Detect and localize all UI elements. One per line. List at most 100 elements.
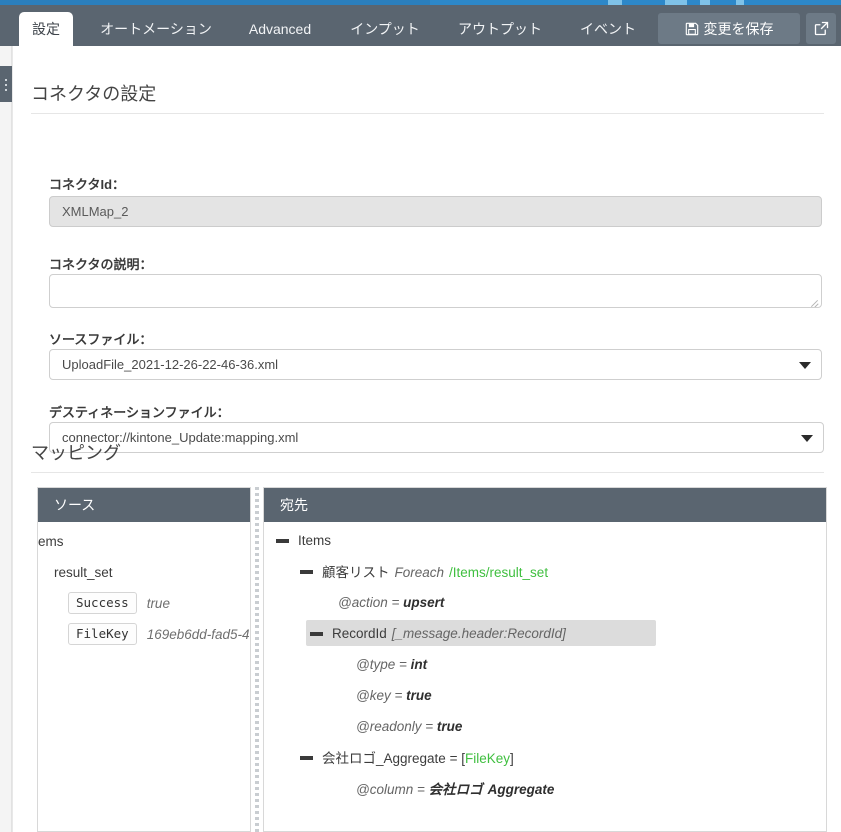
mapping-heading: マッピング	[31, 439, 121, 465]
tab-bar: 設定 オートメーション Advanced インプット アウトプット イベント 変更を保存	[0, 5, 841, 46]
label-segment: /Items/result_set	[449, 565, 548, 580]
tab-label: オートメーション	[100, 21, 212, 37]
tree-row-action[interactable]: @action = upsert	[338, 589, 444, 615]
field-value: 169eb6dd-fad5-4f2	[147, 627, 250, 642]
collapse-toggle-icon[interactable]	[310, 627, 323, 640]
label-segment: [_message.header:RecordId]	[392, 626, 566, 641]
external-link-icon	[814, 21, 829, 36]
label-segment: int	[411, 657, 428, 672]
tree-node-label: Items	[298, 533, 331, 548]
connector-id-input[interactable]: XMLMap_2	[49, 196, 822, 227]
field-name-chip: Success	[68, 592, 137, 614]
label-segment: @readonly	[356, 719, 422, 734]
tree-row-key[interactable]: @key = true	[356, 682, 432, 708]
sidebar-expand-handle[interactable]	[0, 66, 12, 102]
tree-row-success[interactable]: Success true	[68, 590, 170, 616]
tab-label: Advanced	[249, 21, 311, 37]
tree-node-label: @readonly = true	[356, 719, 462, 734]
tree-row-result-set[interactable]: result_set	[54, 559, 113, 585]
label-segment: =	[391, 688, 406, 703]
destination-file-label: デスティネーションファイル：	[49, 402, 230, 421]
destination-tree-panel: 宛先 Items 顧客リスト Foreach /Items/result_set @…	[263, 487, 827, 832]
connector-id-label: コネクタId：	[49, 174, 125, 193]
tab-input[interactable]: インプット	[344, 12, 426, 46]
destination-panel-header: 宛先	[264, 488, 826, 522]
label-segment: =	[395, 657, 410, 672]
section-divider	[31, 472, 824, 473]
tree-row-items[interactable]: Items	[276, 527, 331, 553]
panel-splitter[interactable]	[251, 487, 263, 832]
tab-output[interactable]: アウトプット	[448, 12, 552, 46]
label-segment: Aggregate	[488, 782, 555, 797]
label-segment: RecordId	[332, 626, 387, 641]
label-segment: @type	[356, 657, 395, 672]
label-segment: Items	[298, 533, 331, 548]
destination-file-select[interactable]: connector://kintone_Update:mapping.xml	[49, 422, 824, 453]
source-tree-panel: ソース emsresult_setSuccesstrueFileKey169eb…	[37, 487, 251, 832]
mapping-area: ソース emsresult_setSuccesstrueFileKey169eb…	[37, 487, 827, 832]
connector-description-textarea[interactable]	[49, 274, 822, 308]
label-segment: 会社ロゴ_Aggregate	[322, 751, 446, 766]
tab-automation[interactable]: オートメーション	[92, 12, 220, 46]
label-segment: =	[388, 595, 403, 610]
tab-label: イベント	[580, 21, 636, 37]
tree-node-label: ems	[38, 534, 64, 549]
connector-settings-heading: コネクタの設定	[31, 80, 156, 106]
tree-row-type[interactable]: @type = int	[356, 651, 427, 677]
tab-events[interactable]: イベント	[573, 12, 643, 46]
tree-node-label: @action = upsert	[338, 595, 444, 610]
label-segment: =	[446, 751, 461, 766]
label-segment: FileKey	[465, 751, 510, 766]
source-file-label: ソースファイル：	[49, 329, 152, 348]
section-divider	[31, 113, 824, 114]
label-segment: upsert	[403, 595, 444, 610]
tab-advanced[interactable]: Advanced	[238, 12, 322, 46]
destination-tree-body[interactable]: Items 顧客リスト Foreach /Items/result_set @act…	[264, 522, 826, 831]
resize-grip-icon[interactable]	[809, 296, 819, 306]
tree-node-label: @key = true	[356, 688, 432, 703]
label-segment: =	[422, 719, 437, 734]
handle-dot	[5, 89, 7, 91]
save-changes-button[interactable]: 変更を保存	[658, 13, 800, 44]
settings-panel: コネクタの設定 コネクタId： XMLMap_2 コネクタの説明： ソースファイ…	[12, 46, 841, 832]
chevron-down-icon	[801, 435, 813, 442]
tab-label: アウトプット	[458, 21, 542, 37]
tree-row-customer-list[interactable]: 顧客リスト Foreach /Items/result_set	[300, 558, 548, 584]
tree-node-label: @type = int	[356, 657, 427, 672]
field-name-chip: FileKey	[68, 623, 137, 645]
handle-dot	[5, 79, 7, 81]
label-segment: @action	[338, 595, 388, 610]
tree-row-filekey[interactable]: FileKey 169eb6dd-fad5-4f2	[68, 621, 250, 647]
collapse-toggle-icon[interactable]	[276, 534, 289, 547]
floppy-disk-icon	[685, 22, 699, 36]
tree-row-column[interactable]: @column = 会社ロゴ Aggregate	[356, 775, 554, 801]
chevron-down-icon	[799, 362, 811, 369]
handle-dot	[5, 84, 7, 86]
label-segment: @key	[356, 688, 391, 703]
label-segment: true	[437, 719, 463, 734]
source-file-select[interactable]: UploadFile_2021-12-26-22-46-36.xml	[49, 349, 822, 380]
label-segment: @column	[356, 782, 413, 797]
tree-node-label: 会社ロゴ_Aggregate = [FileKey]	[322, 747, 514, 767]
label-segment: =	[413, 782, 428, 797]
tree-row-recordid[interactable]: RecordId [_message.header:RecordId]	[306, 620, 656, 646]
label-segment: true	[406, 688, 432, 703]
tree-row-company-logo-aggregate[interactable]: 会社ロゴ_Aggregate = [FileKey]	[300, 744, 514, 770]
tree-node-label: RecordId [_message.header:RecordId]	[332, 626, 566, 641]
save-changes-label: 変更を保存	[704, 19, 774, 39]
open-in-new-window-button[interactable]	[806, 13, 836, 44]
collapse-toggle-icon[interactable]	[300, 565, 313, 578]
tab-label: 設定	[32, 21, 60, 37]
label-segment: 顧客リスト	[322, 565, 390, 580]
tree-row-readonly[interactable]: @readonly = true	[356, 713, 462, 739]
source-file-value: UploadFile_2021-12-26-22-46-36.xml	[62, 357, 278, 372]
tree-row-items[interactable]: ems	[38, 528, 64, 554]
label-segment: ]	[510, 751, 514, 766]
collapse-toggle-icon[interactable]	[300, 751, 313, 764]
source-tree-body[interactable]: ems result_set Success true FileKey 169eb6dd-…	[38, 522, 250, 831]
label-segment: 会社ロゴ	[429, 782, 483, 797]
tree-node-label: result_set	[54, 565, 113, 580]
connector-description-label: コネクタの説明：	[49, 254, 152, 273]
tree-node-label: 顧客リスト Foreach /Items/result_set	[322, 561, 548, 581]
field-value: true	[147, 596, 170, 611]
